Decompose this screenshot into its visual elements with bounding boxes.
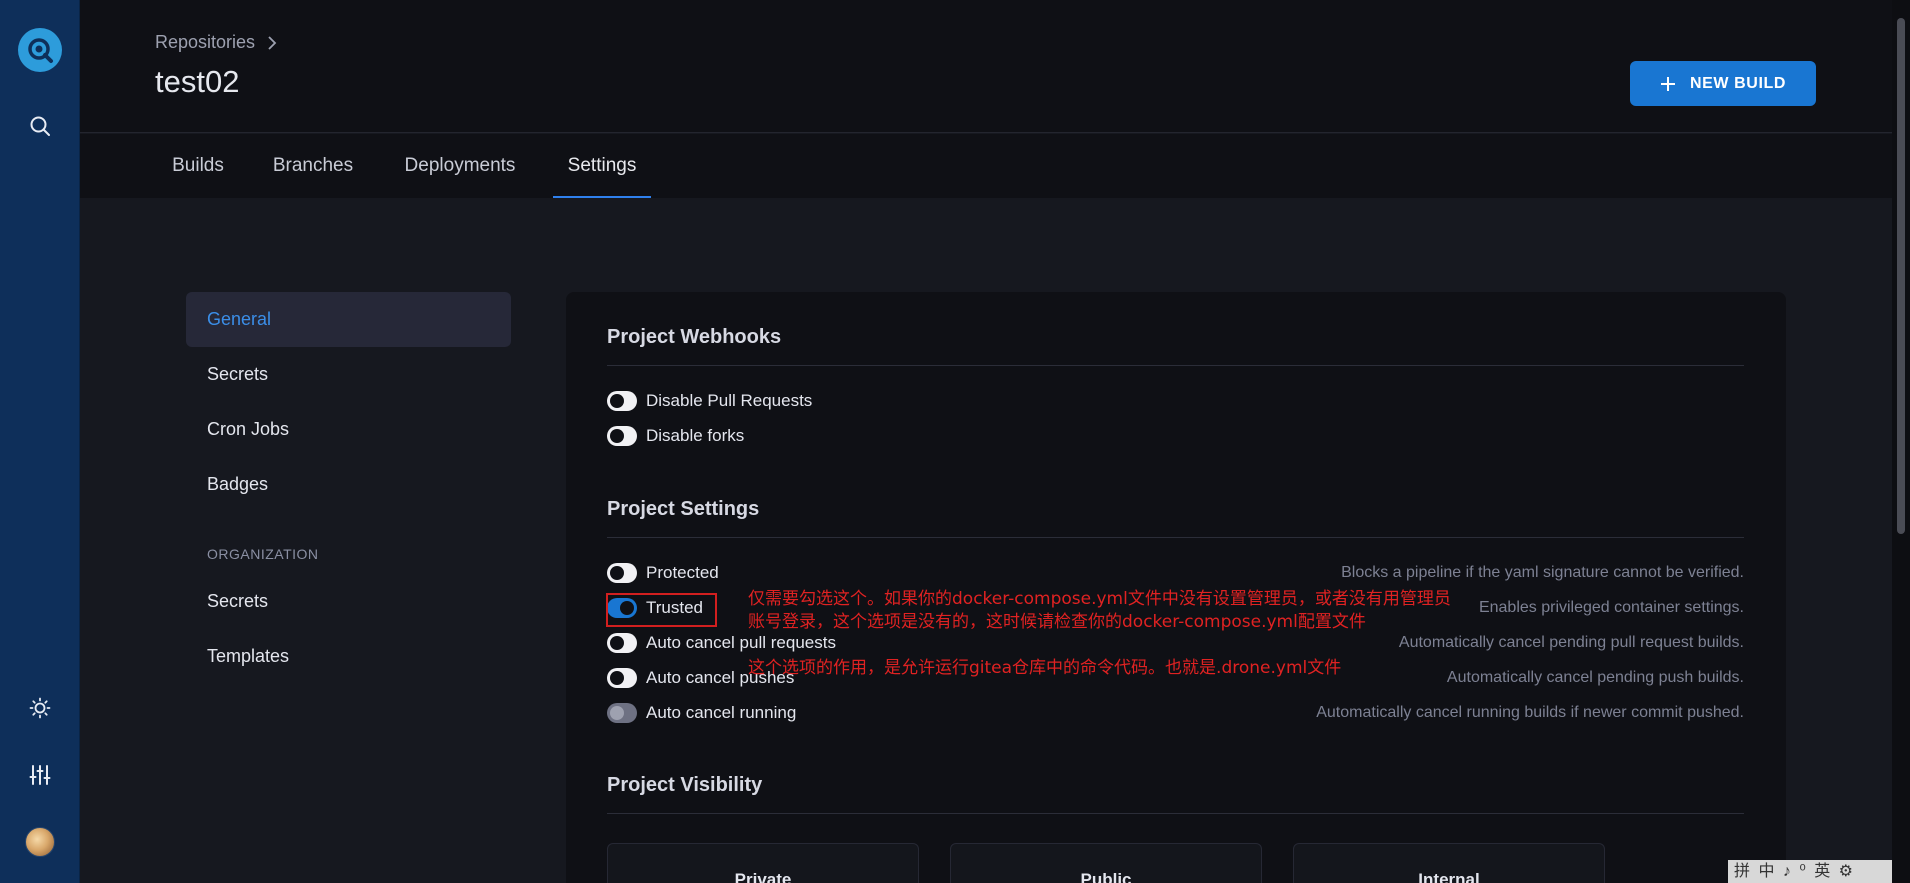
plus-icon: [1660, 76, 1675, 91]
scrollbar-thumb[interactable]: [1897, 18, 1905, 534]
divider: [607, 365, 1744, 366]
visibility-option-internal[interactable]: Internal: [1293, 843, 1605, 883]
disable-pull-requests-toggle[interactable]: [607, 391, 637, 411]
annotation-text: 账号登录，这个选项是没有的，这时候请检查你的docker-compose.yml…: [748, 612, 1366, 632]
toggle-description: Blocks a pipeline if the yaml signature …: [1341, 564, 1744, 581]
visibility-option-private[interactable]: Private: [607, 843, 919, 883]
page-header: Repositories test02 NEW BUILD: [80, 0, 1892, 133]
new-build-label: NEW BUILD: [1689, 74, 1787, 92]
webhooks-section-title: Project Webhooks: [607, 326, 782, 348]
toggle-description: Enables privileged container settings.: [1478, 599, 1744, 616]
annotation-highlight-box: [606, 593, 717, 627]
settings-nav-badges[interactable]: Badges: [186, 457, 511, 512]
settings-nav: General Secrets Cron Jobs Badges ORGANIZ…: [186, 292, 511, 684]
protected-toggle[interactable]: [607, 563, 637, 583]
annotation-text: 仅需要勾选这个。如果你的docker-compose.yml文件中没有设置管理员…: [748, 589, 1451, 609]
visibility-section-title: Project Visibility: [607, 774, 763, 796]
settings-nav-general[interactable]: General: [186, 292, 511, 347]
search-icon[interactable]: [24, 110, 56, 142]
ime-toolbar: 拼 中 ♪ ⁰ 英 ⚙: [1728, 860, 1892, 883]
project-settings-section-title: Project Settings: [607, 498, 760, 520]
settings-nav-templates[interactable]: Templates: [186, 629, 511, 684]
toggle-label: Disable forks: [646, 426, 745, 445]
theme-sun-icon[interactable]: [24, 692, 56, 724]
toggle-description: Automatically cancel pending push builds…: [1446, 669, 1744, 686]
tab-builds[interactable]: Builds: [167, 134, 229, 198]
toggle-description: Automatically cancel pending pull reques…: [1398, 634, 1744, 651]
toggle-row-disable-pull-requests: Disable Pull Requests: [607, 388, 1744, 414]
chevron-right-icon: [268, 35, 277, 50]
new-build-button[interactable]: NEW BUILD: [1630, 61, 1816, 106]
app-window: Repositories test02 NEW BUILD Builds Bra…: [0, 0, 1910, 883]
settings-nav-org-secrets[interactable]: Secrets: [186, 574, 511, 629]
tab-settings[interactable]: Settings: [553, 134, 651, 198]
tab-branches[interactable]: Branches: [270, 134, 356, 198]
toggle-label: Auto cancel pull requests: [646, 633, 836, 652]
auto-cancel-running-toggle[interactable]: [607, 703, 637, 723]
disable-forks-toggle[interactable]: [607, 426, 637, 446]
drone-logo-icon[interactable]: [18, 28, 62, 72]
toggle-label: Protected: [646, 563, 719, 582]
organization-section-heading: ORGANIZATION: [207, 546, 319, 562]
page-title: test02: [155, 64, 240, 99]
toggle-description: Automatically cancel running builds if n…: [1316, 704, 1744, 721]
auto-cancel-pushes-toggle[interactable]: [607, 668, 637, 688]
toggle-row-disable-forks: Disable forks: [607, 423, 1744, 449]
toggle-label: Auto cancel running: [646, 703, 797, 722]
left-rail: [0, 0, 80, 883]
breadcrumb-repositories-link[interactable]: Repositories: [155, 32, 255, 53]
settings-nav-secrets[interactable]: Secrets: [186, 347, 511, 402]
divider: [607, 813, 1744, 814]
visibility-option-public[interactable]: Public: [950, 843, 1262, 883]
auto-cancel-pull-requests-toggle[interactable]: [607, 633, 637, 653]
breadcrumb: Repositories: [155, 32, 277, 53]
tab-deployments[interactable]: Deployments: [401, 134, 519, 198]
vertical-scrollbar[interactable]: [1892, 0, 1910, 883]
settings-nav-cron-jobs[interactable]: Cron Jobs: [186, 402, 511, 457]
settings-sliders-icon[interactable]: [24, 759, 56, 791]
divider: [607, 537, 1744, 538]
toggle-label: Disable Pull Requests: [646, 391, 813, 410]
toggle-row-protected: Protected Blocks a pipeline if the yaml …: [607, 560, 1744, 586]
avatar[interactable]: [25, 827, 55, 857]
repo-tabs: Builds Branches Deployments Settings: [80, 134, 1892, 198]
toggle-row-auto-cancel-running: Auto cancel running Automatically cancel…: [607, 700, 1744, 726]
annotation-text: 这个选项的作用，是允许运行gitea仓库中的命令代码。也就是.drone.yml…: [748, 658, 1342, 678]
